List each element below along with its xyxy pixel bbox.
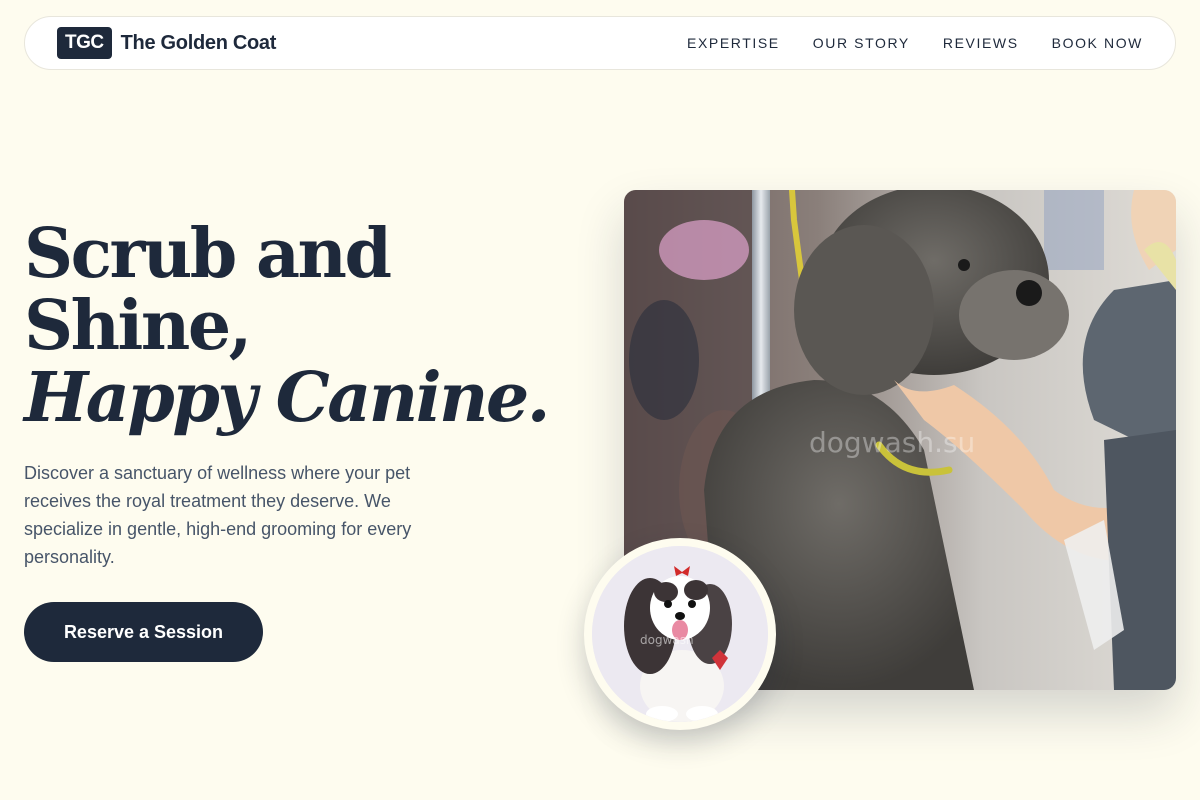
hero-description: Discover a sanctuary of wellness where y… [24,463,412,567]
brand-logo[interactable]: TGC The Golden Coat [57,27,276,59]
hero-title: Scrub and Shine, Happy Canine. [24,214,550,438]
hero-title-line-2: Shine, [24,286,252,366]
nav-link-reviews[interactable]: REVIEWS [943,35,1019,51]
brand-name: The Golden Coat [120,31,277,54]
nav-links: EXPERTISE OUR STORY REVIEWS BOOK NOW [687,35,1143,51]
hero-title-line-1: Scrub and [24,214,392,294]
shih-tzu-image: dogwash [592,546,768,722]
inset-photo: dogwash [584,538,776,730]
hero-title-line-3: Happy Canine. [24,358,550,438]
top-navigation: TGC The Golden Coat EXPERTISE OUR STORY … [24,16,1176,70]
inset-photo-watermark: dogwash [640,633,694,647]
photo-watermark: dogwash.su [809,426,975,459]
nav-link-book-now[interactable]: BOOK NOW [1052,35,1143,51]
nav-link-expertise[interactable]: EXPERTISE [687,35,780,51]
nav-link-our-story[interactable]: OUR STORY [813,35,910,51]
logo-mark: TGC [57,27,112,59]
reserve-session-button[interactable]: Reserve a Session [24,602,263,662]
